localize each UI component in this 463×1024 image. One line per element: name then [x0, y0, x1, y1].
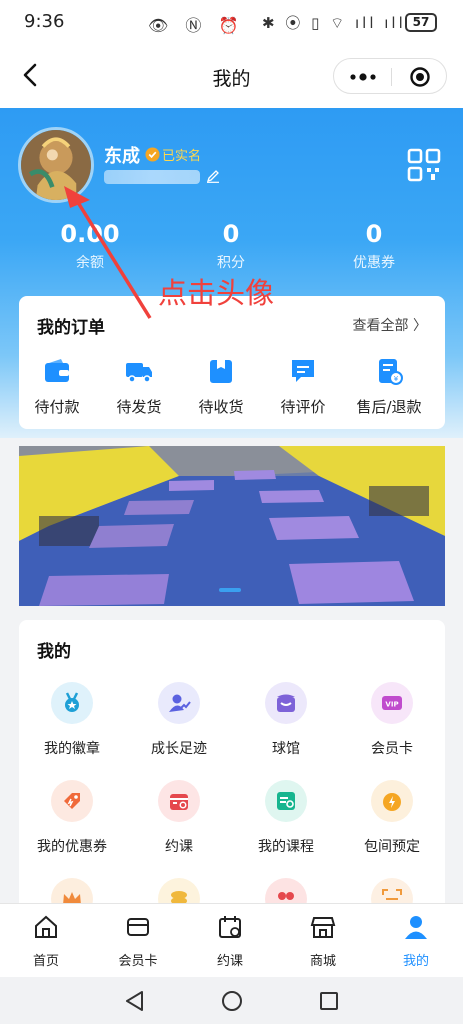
medal-icon — [65, 692, 79, 712]
grid-icon-bg — [265, 780, 307, 822]
grid-item-label: 成长足迹 — [151, 741, 207, 757]
user-name: 东成 — [104, 146, 140, 167]
tab-label: 我的 — [402, 954, 429, 969]
system-navigation-bar — [0, 977, 463, 1024]
grid-icon-bg: VIP — [371, 682, 413, 724]
my-grid-item[interactable]: VIP 会员卡 — [342, 682, 442, 758]
wallet-icon — [45, 359, 69, 382]
grid-item-label: 我的课程 — [258, 839, 314, 855]
status-left-icons: 👁 Ⓝ ⏰ — [148, 16, 245, 35]
grid-icon-bg — [265, 682, 307, 724]
svg-text:VIP: VIP — [385, 701, 398, 709]
status-bar: 9:36 👁 Ⓝ ⏰ ✱ ⦿ ▯ ⌔ ıll ıll 57 — [0, 0, 463, 44]
grid-icon-bg — [51, 682, 93, 724]
order-label: 待评价 — [280, 398, 326, 416]
bottom-tab-bar: 首页 会员卡 约课 商城 我的 — [0, 903, 463, 977]
home-icon — [35, 915, 57, 938]
coupon-icon — [64, 793, 80, 809]
order-label: 售后/退款 — [356, 398, 422, 416]
venue-banner[interactable] — [19, 446, 445, 606]
stat-value: 0 — [222, 220, 240, 248]
table-tennis-hall-image — [19, 446, 445, 606]
venue-icon — [277, 694, 295, 712]
vip-card-icon: VIP — [382, 696, 402, 710]
grid-item-label: 包间预定 — [364, 839, 420, 855]
course-icon — [277, 792, 295, 810]
grid-icon-bg — [51, 780, 93, 822]
masked-phone — [104, 170, 200, 184]
tab-label: 首页 — [32, 954, 59, 969]
title-bar: 我的 — [0, 44, 463, 108]
order-label: 待收货 — [198, 398, 244, 416]
tab-member-card[interactable]: 会员卡 — [92, 914, 184, 969]
verified-text: 已实名 — [162, 148, 202, 164]
grid-item-label: 球馆 — [272, 741, 300, 757]
comment-icon — [292, 360, 314, 382]
close-mini-program-icon[interactable] — [410, 67, 430, 87]
system-home-icon[interactable] — [220, 989, 244, 1013]
stat-label: 优惠券 — [353, 255, 395, 271]
growth-icon — [169, 694, 191, 712]
my-grid-item[interactable]: 球馆 — [236, 682, 336, 758]
order-pending-shipment[interactable]: 待发货 — [99, 356, 179, 417]
mini-program-capsule — [333, 58, 447, 94]
calendar-icon — [219, 916, 241, 938]
order-refund[interactable]: ¥ 售后/退款 — [349, 356, 429, 417]
grid-icon-bg — [371, 780, 413, 822]
my-grid-item[interactable]: 我的课程 — [236, 780, 336, 856]
verified-icon — [145, 146, 160, 162]
status-time: 9:36 — [24, 11, 65, 32]
grid-item-label: 我的优惠券 — [37, 839, 107, 855]
grid-icon-bg — [158, 682, 200, 724]
tab-label: 商城 — [309, 954, 336, 969]
clock-icon — [383, 793, 401, 811]
stat-value: 0 — [365, 220, 383, 248]
stat-label: 积分 — [217, 255, 245, 271]
package-icon — [210, 360, 232, 383]
card-icon — [127, 918, 149, 936]
grid-item-label: 我的徽章 — [44, 741, 100, 757]
order-pending-receipt[interactable]: 待收货 — [181, 356, 261, 417]
stat-coupons[interactable]: 0 优惠券 — [324, 220, 424, 272]
my-grid-item[interactable]: 我的优惠券 — [22, 780, 122, 856]
my-section-title: 我的 — [37, 642, 71, 662]
tab-mall[interactable]: 商城 — [277, 914, 369, 969]
my-grid-item[interactable]: 成长足迹 — [129, 682, 229, 758]
battery-indicator: 57 — [405, 13, 437, 32]
view-all-orders-link[interactable]: 查看全部 〉 — [353, 315, 427, 335]
svg-text:¥: ¥ — [394, 375, 399, 383]
more-icon[interactable] — [346, 67, 380, 87]
verified-badge: 已实名 — [145, 145, 202, 164]
calendar-icon — [170, 794, 188, 810]
refund-icon: ¥ — [379, 359, 403, 385]
tab-label: 约课 — [216, 954, 243, 969]
stat-points[interactable]: 0 积分 — [181, 220, 281, 272]
grid-item-label: 约课 — [165, 839, 193, 855]
system-recents-icon[interactable] — [317, 989, 341, 1013]
user-icon — [405, 916, 427, 939]
qr-code-icon[interactable] — [407, 148, 441, 182]
order-label: 待付款 — [34, 398, 80, 416]
truck-icon — [126, 363, 152, 383]
my-services-card: 我的 — [19, 620, 445, 910]
annotation-arrow — [64, 186, 152, 319]
order-pending-payment[interactable]: 待付款 — [17, 356, 97, 417]
grid-item-label: 会员卡 — [371, 741, 413, 757]
tab-book-class[interactable]: 约课 — [184, 914, 276, 969]
status-right-icons: ✱ ⦿ ▯ ⌔ ıll ıll — [262, 14, 406, 32]
shop-icon — [310, 917, 336, 938]
edit-icon[interactable] — [206, 169, 220, 183]
my-grid-item[interactable]: 约课 — [129, 780, 229, 856]
tap-avatar-hint: 点击头像 — [158, 276, 275, 310]
tab-label: 会员卡 — [118, 954, 158, 969]
system-back-icon[interactable] — [123, 989, 147, 1013]
grid-icon-bg — [158, 780, 200, 822]
capsule-divider — [391, 68, 392, 86]
my-grid-item[interactable]: 包间预定 — [342, 780, 442, 856]
order-pending-review[interactable]: 待评价 — [263, 356, 343, 417]
order-label: 待发货 — [116, 398, 162, 416]
tab-mine[interactable]: 我的 — [370, 914, 462, 969]
tab-home[interactable]: 首页 — [0, 914, 92, 969]
my-grid-item[interactable]: 我的徽章 — [22, 682, 122, 758]
